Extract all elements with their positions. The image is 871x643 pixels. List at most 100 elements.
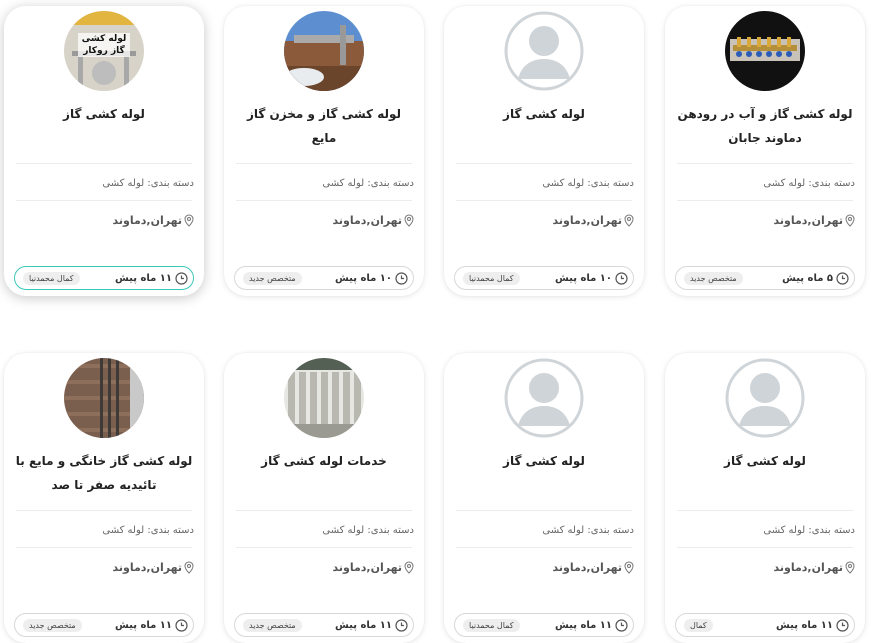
location-label: تهران,دماوند (112, 214, 182, 227)
divider (16, 510, 192, 511)
clock-icon (836, 271, 849, 285)
divider (236, 547, 412, 548)
location-label: تهران,دماوند (773, 561, 843, 574)
listing-card[interactable]: لوله کشی گاز دسته بندی: لوله کشی تهران,د… (444, 6, 644, 296)
expert-badge: متخصص جدید (684, 271, 743, 285)
divider (236, 510, 412, 511)
listing-time: ۱۱ ماه پیش (114, 618, 188, 632)
divider (456, 163, 632, 164)
expert-badge: کمال محمدنیا (23, 271, 80, 285)
divider (16, 547, 192, 548)
listing-location: تهران,دماوند (234, 561, 414, 574)
listing-location: تهران,دماوند (454, 214, 634, 227)
listing-footer: ۱۰ ماه پیش متخصص جدید (234, 266, 414, 290)
listing-card[interactable]: لوله کشی گاز و مخزن گاز مایع دسته بندی: … (224, 6, 424, 296)
listing-card[interactable]: لوله کشی گاز و آب در رودهن دماوند جابان … (665, 6, 865, 296)
location-label: تهران,دماوند (552, 214, 622, 227)
listing-category: دسته بندی: لوله کشی (763, 178, 855, 189)
listing-time: ۱۱ ماه پیش (334, 618, 408, 632)
location-pin-icon (184, 214, 194, 227)
listing-category: دسته بندی: لوله کشی (102, 178, 194, 189)
listing-location: تهران,دماوند (14, 561, 194, 574)
location-label: تهران,دماوند (112, 561, 182, 574)
location-pin-icon (624, 561, 634, 574)
listing-category: دسته بندی: لوله کشی (322, 178, 414, 189)
time-label: ۱۱ ماه پیش (334, 619, 392, 631)
listing-title[interactable]: خدمات لوله کشی گاز (234, 449, 414, 473)
time-label: ۱۱ ماه پیش (775, 619, 833, 631)
listing-location: تهران,دماوند (234, 214, 414, 227)
listing-card[interactable]: خدمات لوله کشی گاز دسته بندی: لوله کشی ت… (224, 353, 424, 643)
clock-icon (395, 271, 408, 285)
divider (236, 163, 412, 164)
listing-time: ۱۱ ماه پیش (114, 271, 188, 285)
listing-footer: ۵ ماه پیش متخصص جدید (675, 266, 855, 290)
avatar (725, 11, 805, 91)
listing-location: تهران,دماوند (675, 214, 855, 227)
listing-title[interactable]: لوله کشی گاز و مخزن گاز مایع (234, 102, 414, 150)
listing-title[interactable]: لوله کشی گاز (454, 102, 634, 126)
time-label: ۱۱ ماه پیش (554, 619, 612, 631)
listing-title[interactable]: لوله کشی گاز (675, 449, 855, 473)
listing-location: تهران,دماوند (14, 214, 194, 227)
divider (456, 510, 632, 511)
listing-time: ۱۰ ماه پیش (554, 271, 628, 285)
location-pin-icon (184, 561, 194, 574)
location-pin-icon (845, 561, 855, 574)
clock-icon (836, 618, 849, 632)
divider (677, 200, 853, 201)
listing-footer: ۱۱ ماه پیش کمال (675, 613, 855, 637)
listing-footer: ۱۱ ماه پیش متخصص جدید (14, 613, 194, 637)
listing-time: ۱۰ ماه پیش (334, 271, 408, 285)
listing-time: ۵ ماه پیش (782, 271, 849, 285)
listing-category: دسته بندی: لوله کشی (763, 525, 855, 536)
location-pin-icon (624, 214, 634, 227)
avatar-caption: لوله کشی گاز روکار (78, 33, 130, 57)
listing-category: دسته بندی: لوله کشی (542, 178, 634, 189)
listing-footer: ۱۰ ماه پیش کمال محمدنیا (454, 266, 634, 290)
listing-location: تهران,دماوند (454, 561, 634, 574)
clock-icon (175, 271, 188, 285)
time-label: ۱۱ ماه پیش (114, 272, 172, 284)
listing-footer: ۱۱ ماه پیش کمال محمدنیا (14, 266, 194, 290)
location-label: تهران,دماوند (332, 561, 402, 574)
divider (677, 547, 853, 548)
location-label: تهران,دماوند (773, 214, 843, 227)
listing-category: دسته بندی: لوله کشی (322, 525, 414, 536)
default-user-avatar (504, 11, 584, 91)
location-pin-icon (845, 214, 855, 227)
listing-footer: ۱۱ ماه پیش کمال محمدنیا (454, 613, 634, 637)
expert-badge: کمال (684, 618, 713, 632)
time-label: ۱۰ ماه پیش (334, 272, 392, 284)
listing-time: ۱۱ ماه پیش (775, 618, 849, 632)
divider (456, 547, 632, 548)
listing-title[interactable]: لوله کشی گاز (454, 449, 634, 473)
default-user-avatar (504, 358, 584, 438)
avatar (284, 358, 364, 438)
avatar: لوله کشی گاز روکار (64, 11, 144, 91)
listing-category: دسته بندی: لوله کشی (102, 525, 194, 536)
listing-card[interactable]: لوله کشی گاز دسته بندی: لوله کشی تهران,د… (665, 353, 865, 643)
listing-location: تهران,دماوند (675, 561, 855, 574)
location-pin-icon (404, 214, 414, 227)
listing-title[interactable]: لوله کشی گاز (14, 102, 194, 126)
divider (16, 200, 192, 201)
clock-icon (175, 618, 188, 632)
time-label: ۱۰ ماه پیش (554, 272, 612, 284)
divider (236, 200, 412, 201)
location-pin-icon (404, 561, 414, 574)
listing-card[interactable]: لوله کشی گاز روکار لوله کشی گاز دسته بند… (4, 6, 204, 296)
default-user-avatar (725, 358, 805, 438)
listing-category: دسته بندی: لوله کشی (542, 525, 634, 536)
listing-card[interactable]: لوله کشی گاز خانگی و مایع با تائیدیه صفر… (4, 353, 204, 643)
location-label: تهران,دماوند (552, 561, 622, 574)
time-label: ۱۱ ماه پیش (114, 619, 172, 631)
divider (677, 163, 853, 164)
listing-card[interactable]: لوله کشی گاز دسته بندی: لوله کشی تهران,د… (444, 353, 644, 643)
listing-footer: ۱۱ ماه پیش متخصص جدید (234, 613, 414, 637)
expert-badge: کمال محمدنیا (463, 618, 520, 632)
clock-icon (615, 271, 628, 285)
expert-badge: متخصص جدید (243, 618, 302, 632)
listing-title[interactable]: لوله کشی گاز خانگی و مایع با تائیدیه صفر… (14, 449, 194, 497)
listing-title[interactable]: لوله کشی گاز و آب در رودهن دماوند جابان (675, 102, 855, 150)
